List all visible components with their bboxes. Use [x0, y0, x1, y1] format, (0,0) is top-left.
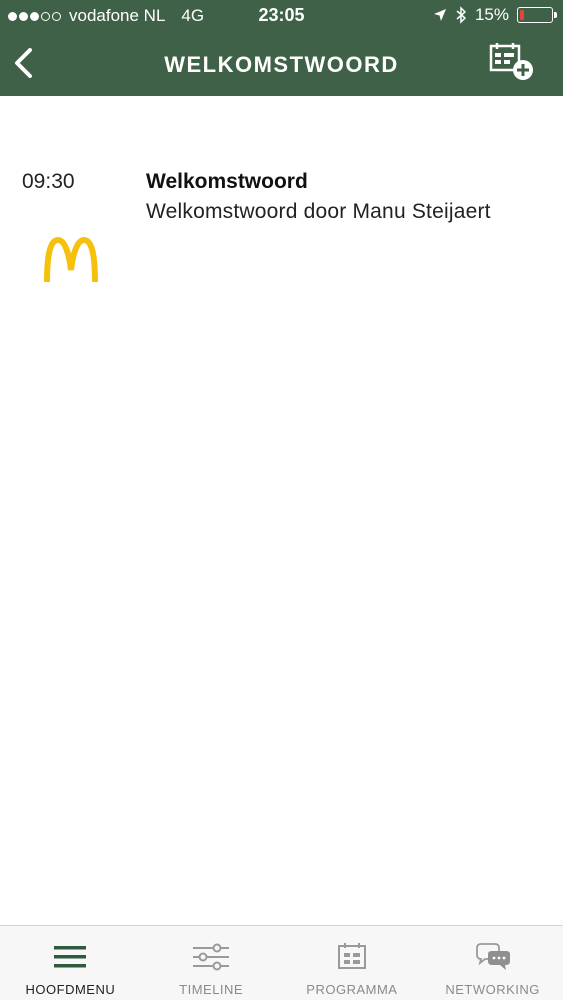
status-right: 15%: [433, 5, 557, 25]
tab-networking[interactable]: NETWORKING: [422, 926, 563, 1000]
session-title: Welkomstwoord: [146, 170, 308, 193]
chat-bubbles-icon: [475, 943, 510, 970]
page-title: WELKOMSTWOORD: [164, 52, 399, 77]
tab-bar: HOOFDMENU TIMELINE PROGRAMMA NETWORKING: [0, 925, 563, 1000]
tab-label: HOOFDMENU: [25, 982, 116, 997]
tab-timeline[interactable]: TIMELINE: [141, 926, 282, 1000]
navigation-bar: WELKOMSTWOORD: [0, 32, 563, 96]
session-time: 09:30: [22, 170, 75, 193]
session-content: 09:30 Welkomstwoord Welkomstwoord door M…: [0, 96, 563, 925]
add-to-calendar-icon[interactable]: [487, 42, 535, 82]
hamburger-menu-icon: [54, 946, 87, 968]
calendar-icon: [337, 943, 366, 969]
sliders-icon: [193, 943, 230, 971]
tab-hoofdmenu[interactable]: HOOFDMENU: [0, 926, 141, 1000]
battery-percentage: 15%: [474, 5, 509, 24]
tab-label: PROGRAMMA: [306, 982, 398, 997]
bluetooth-icon: [456, 6, 467, 24]
status-bar: vodafone NL 4G 23:05 15%: [0, 0, 563, 32]
location-arrow-icon: [433, 9, 446, 21]
tab-label: NETWORKING: [445, 982, 540, 997]
tab-programma[interactable]: PROGRAMMA: [282, 926, 423, 1000]
tab-label: TIMELINE: [179, 982, 244, 997]
mcdonalds-arches-logo: [44, 236, 98, 283]
battery-icon: [517, 7, 557, 23]
session-description: Welkomstwoord door Manu Steijaert: [146, 200, 491, 223]
